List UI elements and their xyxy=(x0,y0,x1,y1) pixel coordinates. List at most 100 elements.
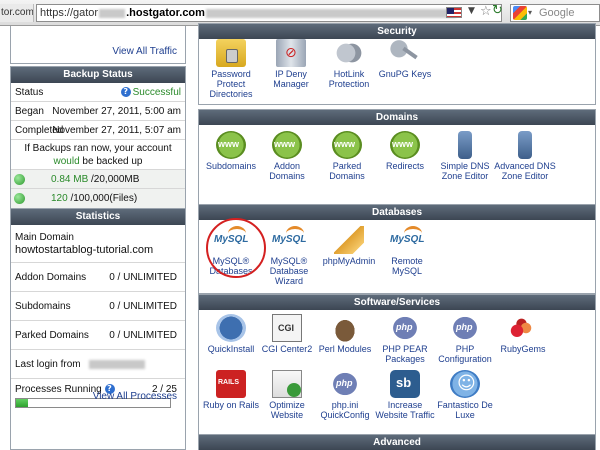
php-configuration-button[interactable]: PHP Configuration xyxy=(433,314,497,364)
www-icon xyxy=(390,131,420,159)
cpanel-main: Security Password Protect Directories IP… xyxy=(198,23,598,450)
www-icon xyxy=(272,131,302,159)
phpmyadmin-button[interactable]: phpMyAdmin xyxy=(317,226,381,266)
rails-icon xyxy=(216,370,246,398)
item-label: Parked Domains xyxy=(329,161,365,181)
server-deny-icon xyxy=(276,39,306,67)
backup-note-line2: would be backed up xyxy=(15,155,181,168)
processes-label: Processes Running xyxy=(15,384,102,395)
main-domain-value: howtostartablog-tutorial.com xyxy=(15,244,154,256)
redirects-button[interactable]: Redirects xyxy=(373,131,437,171)
phpmyadmin-icon xyxy=(334,226,364,254)
subdomains-row: Subdomains 0 / UNLIMITED xyxy=(11,292,185,321)
status-value: ? Successful xyxy=(120,83,181,102)
backup-files: 120 /100,000(Files) xyxy=(51,189,181,208)
rubygems-button[interactable]: RubyGems xyxy=(491,314,555,354)
mysql-wizard-icon xyxy=(272,226,306,254)
password-protect-directories-button[interactable]: Password Protect Directories xyxy=(199,39,263,99)
search-placeholder: Google xyxy=(539,7,575,19)
check-icon xyxy=(14,193,25,204)
security-icons: Password Protect Directories IP Deny Man… xyxy=(199,33,595,119)
backup-status-row: Status ? Successful xyxy=(11,83,185,102)
cgi-center-button[interactable]: CGI Center2 xyxy=(255,314,319,354)
ip-deny-manager-button[interactable]: IP Deny Manager xyxy=(259,39,323,89)
remote-mysql-button[interactable]: Remote MySQL xyxy=(375,226,439,276)
software-services-section: Software/Services QuickInstall CGI Cente… xyxy=(198,294,596,450)
completed-value: November 27, 2011, 5:07 am xyxy=(52,125,181,136)
google-icon[interactable] xyxy=(513,6,527,20)
size-used: 0.84 MB xyxy=(51,174,89,185)
backup-size-row: 0.84 MB /20,000MB xyxy=(11,170,185,189)
began-value: November 27, 2011, 5:00 am xyxy=(52,106,181,117)
php-ini-quickconfig-button[interactable]: php.ini QuickConfig xyxy=(313,370,377,420)
advanced-dns-zone-editor-button[interactable]: Advanced DNS Zone Editor xyxy=(493,131,557,181)
address-bar[interactable]: https://gator .hostgator.com xyxy=(36,4,502,22)
folder-lock-icon xyxy=(216,39,246,67)
item-label: Redirects xyxy=(385,161,424,171)
quickinstall-icon xyxy=(216,314,246,342)
reload-icon[interactable]: ↻ xyxy=(492,3,503,18)
optimize-website-button[interactable]: Optimize Website xyxy=(255,370,319,420)
security-section: Security Password Protect Directories IP… xyxy=(198,23,596,105)
increase-website-traffic-button[interactable]: Increase Website Traffic xyxy=(373,370,437,420)
backup-files-row: 120 /100,000(Files) xyxy=(11,189,185,208)
item-label: Password Protect Directories xyxy=(209,69,253,99)
addon-domains-value: 0 / UNLIMITED xyxy=(109,272,177,283)
parked-domains-button[interactable]: Parked Domains xyxy=(315,131,379,181)
dropdown-arrow-icon[interactable]: ▼ xyxy=(468,6,475,16)
php-pear-packages-button[interactable]: PHP PEAR Packages xyxy=(373,314,437,364)
software-icons-row1: QuickInstall CGI Center2 Perl Modules PH… xyxy=(199,310,595,370)
url-prefix: https://gator xyxy=(40,7,99,19)
simple-dns-zone-editor-button[interactable]: Simple DNS Zone Editor xyxy=(433,131,497,181)
main-domain-row: Main Domain howtostartablog-tutorial.com xyxy=(11,225,185,263)
item-label: PHP PEAR Packages xyxy=(382,344,428,364)
item-label: Fantastico De Luxe xyxy=(437,400,493,420)
item-label: CGI Center2 xyxy=(261,344,313,354)
view-all-processes-link[interactable]: View All Processes xyxy=(93,391,177,402)
item-label: Ruby on Rails xyxy=(202,400,260,410)
backup-note-rest: be backed up xyxy=(79,156,143,167)
item-label: php.ini QuickConfig xyxy=(320,400,370,420)
ruby-on-rails-button[interactable]: Ruby on Rails xyxy=(199,370,263,410)
fantastico-de-luxe-button[interactable]: Fantastico De Luxe xyxy=(433,370,497,420)
item-label: MySQL® Database Wizard xyxy=(269,256,309,286)
item-label: IP Deny Manager xyxy=(273,69,309,89)
item-label: PHP Configuration xyxy=(438,344,492,364)
mysql-database-wizard-button[interactable]: MySQL® Database Wizard xyxy=(257,226,321,286)
previous-url-fragment: tor.com xyxy=(0,4,34,22)
item-label: Optimize Website xyxy=(269,400,305,420)
perl-modules-button[interactable]: Perl Modules xyxy=(313,314,377,354)
parked-domains-row: Parked Domains 0 / UNLIMITED xyxy=(11,321,185,350)
hotlink-protection-button[interactable]: HotLink Protection xyxy=(317,39,381,89)
chevron-down-icon[interactable]: ▾ xyxy=(528,5,532,21)
network-icon xyxy=(458,131,472,159)
view-all-traffic-link[interactable]: View All Traffic xyxy=(112,46,177,57)
help-icon[interactable]: ? xyxy=(120,87,131,98)
php-icon xyxy=(330,370,360,398)
smiley-icon xyxy=(450,370,480,398)
traffic-box: View All Traffic xyxy=(10,26,186,64)
addon-domains-label: Addon Domains xyxy=(15,272,87,283)
databases-header: Databases xyxy=(199,205,595,220)
status-label: Status xyxy=(15,87,44,98)
item-label: HotLink Protection xyxy=(328,69,370,89)
bookmark-star-icon[interactable]: ☆ xyxy=(480,4,492,19)
advanced-header: Advanced xyxy=(199,435,595,450)
statistics-box: Statistics Main Domain howtostartablog-t… xyxy=(10,208,186,450)
redacted-text xyxy=(205,8,456,18)
item-label: Perl Modules xyxy=(318,344,372,354)
search-input[interactable]: ▾ Google xyxy=(510,4,600,22)
subdomains-value: 0 / UNLIMITED xyxy=(109,301,177,312)
item-label: Increase Website Traffic xyxy=(375,400,435,420)
status-text: Successful xyxy=(132,87,181,98)
backup-size: 0.84 MB /20,000MB xyxy=(51,170,181,189)
sidebar: View All Traffic Backup Status Status ? S… xyxy=(10,26,186,450)
check-icon xyxy=(14,174,25,185)
addon-domains-button[interactable]: Addon Domains xyxy=(255,131,319,181)
gnupg-keys-button[interactable]: GnuPG Keys xyxy=(373,39,437,79)
rubygems-icon xyxy=(508,314,538,342)
php-icon xyxy=(390,314,420,342)
quickinstall-button[interactable]: QuickInstall xyxy=(199,314,263,354)
backup-note-would: would xyxy=(53,156,80,167)
subdomains-button[interactable]: Subdomains xyxy=(199,131,263,171)
